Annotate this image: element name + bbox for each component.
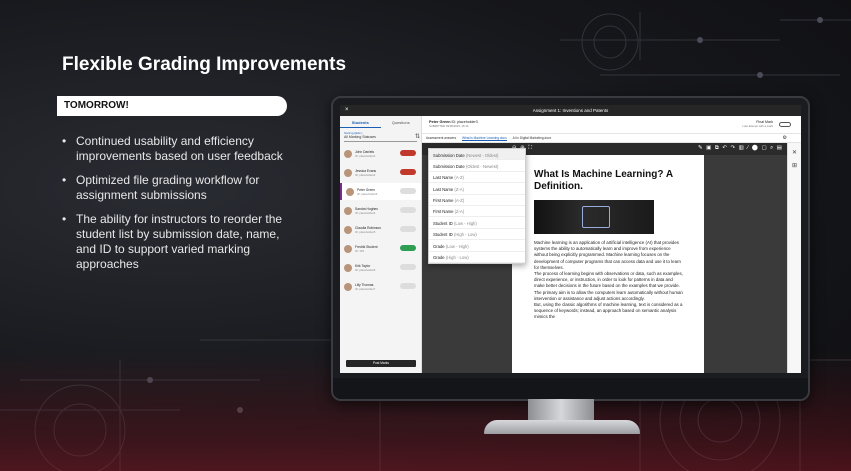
tab-students[interactable]: Students [340,116,381,128]
student-id: ID: 145 [355,248,365,253]
avatar [344,149,352,158]
tab-ai-doc[interactable]: AI in Digital Marketing.docx [513,136,552,140]
tomorrow-banner: TOMORROW! [57,96,287,116]
mark-toggle[interactable] [779,122,791,127]
app-screen: × Assignment 1: Inventions and Patents S… [340,105,801,373]
document-heading: What Is Machine Learning? A Definition. [534,169,673,192]
monitor-chin [333,378,808,399]
student-id: ID: placeholder4 [355,210,376,215]
tab-assessment-answers[interactable]: Assessment answers [426,136,456,140]
bullet-list: Continued usability and efficiency impro… [62,134,292,281]
sidebar-tabs: Students Questions [340,116,421,128]
status-badge [400,226,416,232]
document-page: What Is Machine Learning? A Definition. … [512,155,704,373]
sort-dropdown: Submission Date (Newest - Oldest) Submis… [428,148,526,264]
status-badge [400,207,416,213]
final-mark-sub: Last attempt with a mark [742,124,773,128]
gear-icon[interactable]: ⚙ [783,135,787,141]
student-name: Fredrik Student [355,244,378,249]
student-name: Peter Green [357,187,375,192]
student-name: Sandra Hughes [355,206,378,211]
student-row[interactable]: Claudia Robinson ID: placeholder5 [340,221,421,238]
student-info: Peter Green ID: placeholder3 SUBMITTED 0… [429,120,478,128]
submitted-date: SUBMITTED 09/05/2023, 15:14 [429,124,469,128]
sort-option[interactable]: Student ID (Low - High) [429,217,525,229]
status-badge [400,245,416,251]
machine-learning-image [534,200,654,234]
sort-option[interactable]: Last Name (Z-A) [429,183,525,195]
app-title-bar: × Assignment 1: Inventions and Patents [340,105,801,116]
sort-option[interactable]: Last Name (A-Z) [429,172,525,184]
post-marks-button[interactable]: Post Marks [346,360,416,367]
sort-order-icon[interactable]: ⇅ [415,133,420,140]
student-row[interactable]: Jessica Evans ID: placeholder2 [340,164,421,181]
avatar [344,282,352,291]
panel-icon[interactable]: ⊞ [788,162,801,169]
student-row[interactable]: Kirk Taylor ID: placeholder6 [340,259,421,276]
document-paragraph: The process of learning begins with obse… [534,271,683,301]
student-id: ID: placeholder1 [355,153,376,158]
avatar [344,168,352,177]
document-paragraph: But, using the classic algorithms of mac… [534,302,683,320]
avatar [344,206,352,215]
sort-option[interactable]: Student ID (High - Low) [429,229,525,241]
student-row[interactable]: Sandra Hughes ID: placeholder4 [340,202,421,219]
status-badge [400,169,416,175]
sort-option[interactable]: Grade (Low - High) [429,240,525,252]
document-tabs: Assessment answers What is Machine Learn… [422,134,801,143]
sort-option[interactable]: Grade (High - Low) [429,252,525,263]
student-row[interactable]: John Daniels ID: placeholder1 [340,145,421,162]
sort-value: All Marking Statuses [344,135,376,139]
sort-option[interactable]: First Name (Z-A) [429,206,525,218]
student-row[interactable]: Lilly Thomas ID: placeholder7 [340,278,421,295]
slide-title: Flexible Grading Improvements [62,54,347,75]
student-id: ID: placeholder2 [355,172,376,177]
student-name: Lilly Thomas [355,282,374,287]
submission-header: Peter Green ID: placeholder3 SUBMITTED 0… [422,116,801,134]
student-sidebar: Students Questions Sorting (Eds.) All Ma… [340,116,422,373]
tab-ml-doc[interactable]: What is Machine Learning.docx [462,136,507,141]
student-name: Claudia Robinson [355,225,382,230]
student-name: Jessica Evans [355,168,377,173]
student-row-selected[interactable]: Peter Green ID: placeholder3 [340,183,421,200]
final-mark: Final Mark Last attempt with a mark [743,120,773,128]
sort-option[interactable]: Submission Date (Newest - Oldest) [429,149,525,161]
student-row[interactable]: Fredrik Student ID: 145 [340,240,421,257]
right-rail: ✕ ⊞ [787,143,801,373]
status-badge [400,264,416,270]
student-id: ID: placeholder5 [355,229,376,234]
status-badge [400,283,416,289]
avatar [344,225,352,234]
bullet-item: Optimized file grading workflow for assi… [62,173,292,203]
monitor: × Assignment 1: Inventions and Patents S… [331,96,810,401]
bullet-item: Continued usability and efficiency impro… [62,134,292,164]
status-badge [400,150,416,156]
monitor-base [484,420,640,434]
document-paragraph: Machine learning is an application of ar… [534,240,681,270]
avatar [344,244,352,253]
annotation-tools[interactable]: ✎ ▣ ⧉ ↶ ↷ ▥ ∕ ⬤ ▢ ⌕ ▤ [698,145,783,152]
avatar [344,263,352,272]
status-badge [400,188,416,194]
avatar [346,187,354,196]
sort-option[interactable]: First Name (A-Z) [429,195,525,206]
student-name: John Daniels [355,149,375,154]
window-title: Assignment 1: Inventions and Patents [532,108,609,113]
student-id: ID: placeholder3 [357,191,378,196]
bullet-item: The ability for instructors to reorder t… [62,212,292,272]
tab-questions[interactable]: Questions [381,116,422,128]
sort-option[interactable]: Submission Date (Oldest - Newest) [429,160,525,172]
student-id: ID: placeholder6 [355,267,376,272]
sort-select[interactable]: Sorting (Eds.) All Marking Statuses ⇅ [344,131,420,142]
student-id: ID: placeholder7 [355,286,376,291]
close-panel-icon[interactable]: ✕ [788,149,801,156]
